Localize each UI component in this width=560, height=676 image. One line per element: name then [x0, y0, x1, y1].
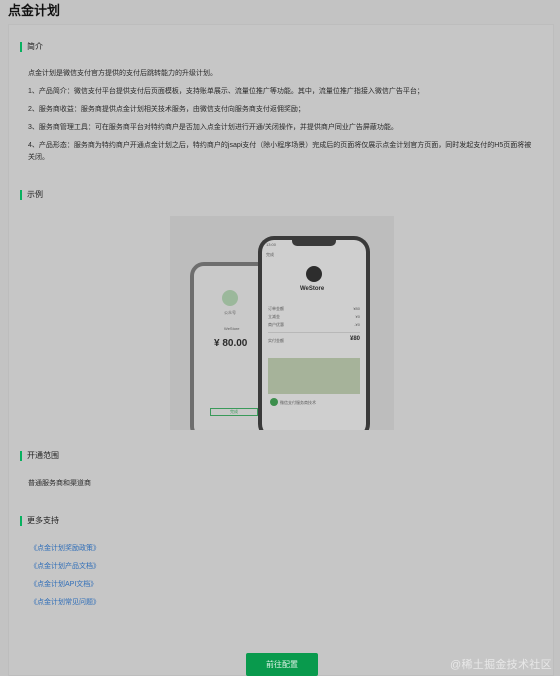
intro-item-1: 1、产品简介：微信支付平台提供支付后页面模板，支持账单展示、流量位推广等功能。其… — [28, 88, 424, 95]
front-back-label: 完成 — [266, 252, 274, 257]
front-phone: 13:00 完成 WeStore 订单金额 ¥80 立减金 ¥0 商户优惠 -¥… — [258, 236, 370, 430]
intro-item-4: 4、产品形态：服务商为特约商户开通点金计划之后，特约商户的jsapi支付（除小程… — [28, 142, 532, 161]
back-amount: ¥ 80.00 — [214, 338, 248, 349]
wechat-pay-logo-icon — [222, 290, 238, 306]
status-time: 13:00 — [266, 242, 277, 247]
row-value-1: ¥80 — [353, 306, 360, 311]
link-product-doc[interactable]: 《点金计划产品文档》 — [30, 561, 100, 571]
link-faq[interactable]: 《点金计划常见问题》 — [30, 597, 100, 607]
row-label-3: 商户优惠 — [268, 322, 284, 327]
configure-button[interactable]: 前往配置 — [246, 653, 318, 676]
link-reward-policy[interactable]: 《点金计划奖励政策》 — [30, 543, 100, 553]
scope-text: 普通服务商和渠道商 — [28, 480, 91, 487]
back-brand-text: 公众号 — [224, 310, 236, 315]
row-label-2: 立减金 — [268, 314, 280, 319]
section-title-example: 示例 — [20, 190, 43, 200]
link-api-doc[interactable]: 《点金计划API文档》 — [30, 579, 97, 589]
back-done-button: 完成 — [210, 408, 258, 416]
intro-lead: 点金计划是微信支付官方提供的支付后跳转能力的升级计划。 — [28, 70, 217, 77]
example-illustration: 公众号 WeStore ¥ 80.00 完成 13:00 完成 WeStore … — [170, 216, 394, 430]
row-label-4: 实付金额 — [268, 338, 284, 343]
row-value-3: -¥0 — [354, 322, 360, 327]
section-title-scope: 开通范围 — [20, 451, 59, 461]
ad-logo-icon — [270, 398, 278, 406]
row-value-2: ¥0 — [355, 314, 360, 319]
intro-item-3: 3、服务商管理工具：可在服务商平台对特约商户是否加入点金计划进行开通/关闭操作，… — [28, 124, 398, 131]
section-title-more: 更多支持 — [20, 516, 59, 526]
intro-item-2: 2、服务商收益：服务商提供点金计划相关技术服务，由微信支付向服务商支付返佣奖励； — [28, 106, 305, 113]
watermark: @稀土掘金技术社区 — [450, 659, 552, 671]
front-store-name: WeStore — [300, 286, 325, 292]
westore-logo-icon — [306, 266, 322, 282]
ad-text: 微信支付服务商技术 — [280, 400, 316, 405]
page-title: 点金计划 — [8, 3, 61, 18]
row-value-4: ¥80 — [349, 336, 360, 342]
back-store-name: WeStore — [224, 326, 240, 331]
ad-banner-image — [268, 358, 360, 394]
row-label-1: 订单金额 — [268, 306, 284, 311]
section-title-intro: 简介 — [20, 42, 43, 52]
